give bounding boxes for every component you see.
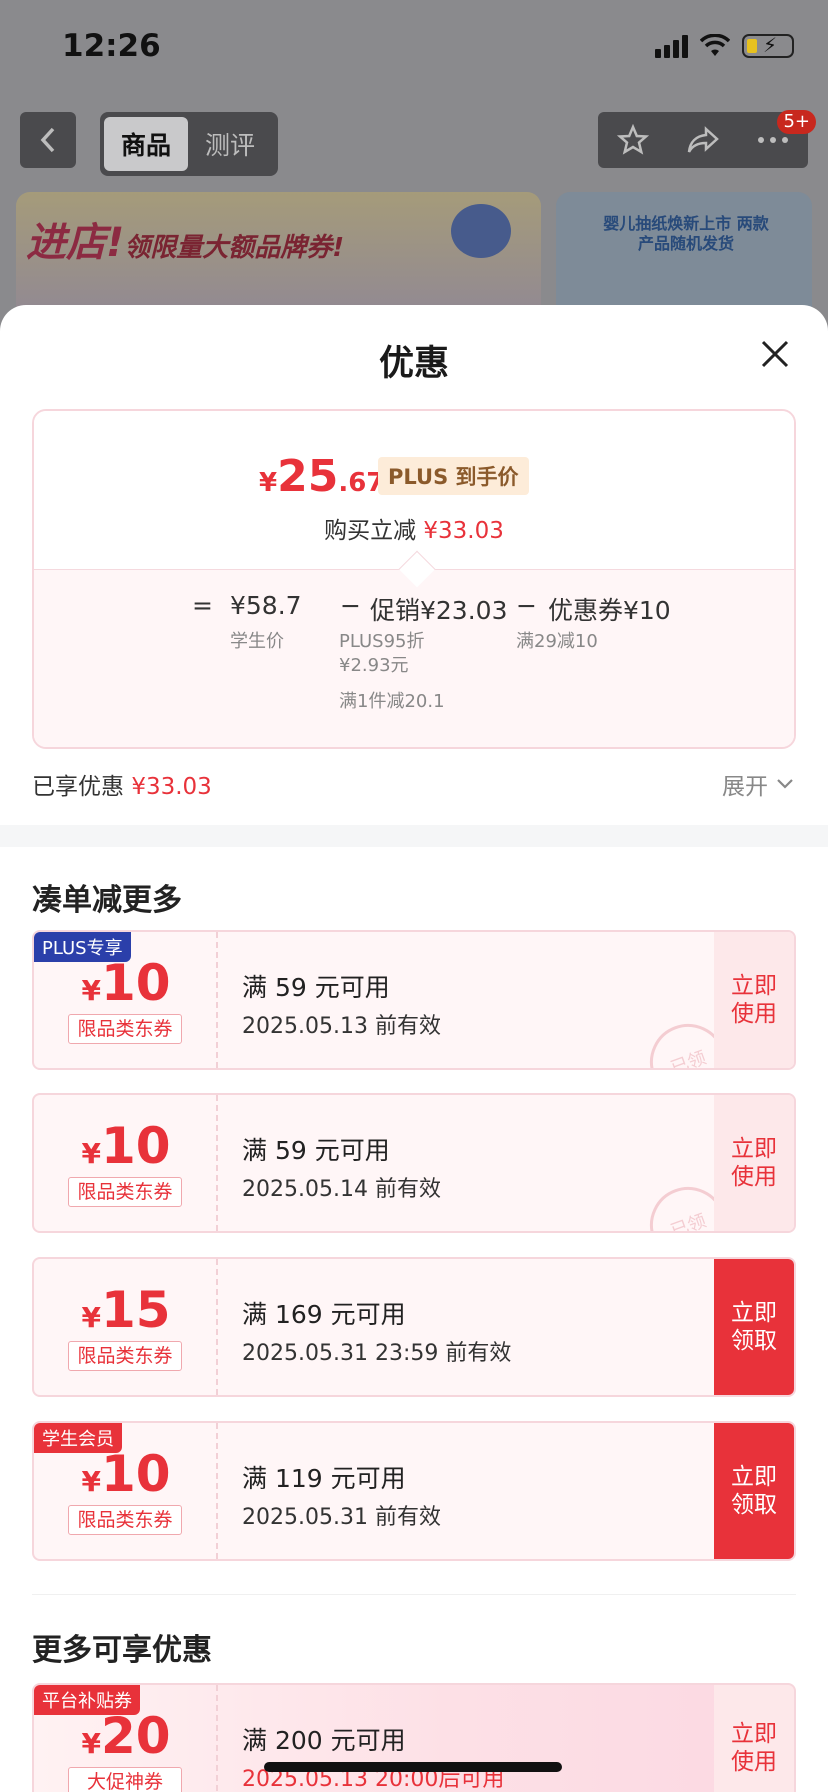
base-price: ¥58.7 (230, 591, 302, 620)
promo-detail-1: PLUS95折 (339, 631, 425, 652)
coupon-amount: ¥15 (81, 1281, 171, 1339)
section-title-more-savings: 凑单减更多 (32, 883, 182, 918)
coupon-amount: ¥20 (81, 1707, 171, 1765)
back-button[interactable] (20, 112, 76, 168)
product-banner-text: 婴儿抽纸焕新上市 两款产品随机发货 (603, 214, 769, 253)
coupon-condition: 满 200 元可用 (242, 1726, 406, 1755)
use-coupon-button[interactable]: 立即 使用 (714, 932, 794, 1068)
final-price: ¥ 25 .67 (259, 451, 385, 502)
banner-subtitle: 领限量大额品牌券! (124, 233, 345, 263)
coupon-detail: 满29减10 (516, 631, 598, 652)
section-divider (0, 825, 828, 847)
coupon-amount: ¥10 (81, 954, 171, 1012)
promo-detail-2: ¥2.93元 (339, 655, 409, 676)
coupon-amount: 优惠券¥10 (548, 596, 671, 625)
coupon-scope: 限品类东券 (68, 1341, 182, 1371)
coupon-condition: 满 59 元可用 (242, 973, 390, 1002)
chevron-down-icon (777, 779, 793, 789)
coupon-scope: 限品类东券 (68, 1014, 182, 1044)
wifi-icon (700, 34, 730, 56)
coupon-amount: ¥10 (81, 1117, 171, 1175)
enjoyed-discount: 已享优惠 ¥33.03 (32, 774, 212, 800)
coupon-condition: 满 119 元可用 (242, 1464, 406, 1493)
minus-sign: − (340, 591, 361, 620)
more-icon[interactable] (757, 135, 789, 145)
coupon-card: ¥10 限品类东券 满 59 元可用 2025.05.14 前有效 已领 立即使… (32, 1093, 796, 1233)
promo-detail-3: 满1件减20.1 (339, 691, 445, 712)
coupon-validity: 2025.05.31 23:59 前有效 (242, 1341, 512, 1366)
coupon-card: PLUS专享 ¥10 限品类东券 满 59 元可用 2025.05.13 前有效… (32, 930, 796, 1070)
star-icon[interactable] (616, 124, 649, 156)
close-icon[interactable] (760, 339, 790, 369)
tab-review[interactable]: 测评 (188, 117, 272, 171)
status-time: 12:26 (62, 28, 161, 64)
claim-coupon-button[interactable]: 立即 领取 (714, 1423, 794, 1559)
equals-sign: = (192, 591, 213, 620)
plus-price-tag: PLUS 到手价 (378, 457, 529, 495)
coupon-validity: 2025.05.13 前有效 (242, 1014, 441, 1039)
brand-logo (451, 204, 511, 258)
coupon-amount: ¥10 (81, 1445, 171, 1503)
coupon-scope: 大促神券 (68, 1767, 182, 1792)
share-icon[interactable] (686, 125, 720, 155)
status-bar: 12:26 ⚡ (0, 0, 828, 100)
coupon-card: 学生会员 ¥10 限品类东券 满 119 元可用 2025.05.31 前有效 … (32, 1421, 796, 1561)
use-coupon-button[interactable]: 立即 使用 (714, 1095, 794, 1231)
coupon-scope: 限品类东券 (68, 1177, 182, 1207)
coupon-condition: 满 169 元可用 (242, 1300, 406, 1329)
promo-amount: 促销¥23.03 (370, 596, 508, 625)
nav-tab-group: 商品 测评 (100, 112, 278, 176)
section-title-more-offers: 更多可享优惠 (32, 1633, 212, 1668)
notification-badge: 5+ (777, 110, 816, 134)
status-icons: ⚡ (655, 33, 794, 58)
claim-coupon-button[interactable]: 立即 领取 (714, 1259, 794, 1395)
banner-title-main: 进店! (26, 220, 125, 266)
enjoyed-amount: ¥33.03 (131, 774, 212, 800)
use-coupon-button[interactable]: 立即 使用 (714, 1685, 794, 1792)
battery-icon: ⚡ (742, 33, 794, 58)
coupon-card: 平台补贴券 ¥20 大促神券 满 200 元可用 2025.05.13 20:0… (32, 1683, 796, 1792)
chevron-left-icon (40, 127, 55, 153)
sheet-title: 优惠 (378, 344, 449, 384)
reduce-amount: ¥33.03 (423, 518, 504, 544)
price-breakdown-card: ¥ 25 .67 PLUS 到手价 购买立减 ¥33.03 = ¥58.7 − … (32, 409, 796, 749)
home-indicator (264, 1762, 562, 1772)
base-price-label: 学生价 (230, 631, 284, 652)
expand-button[interactable]: 展开 (722, 767, 794, 801)
coupon-card: ¥15 限品类东券 满 169 元可用 2025.05.31 23:59 前有效… (32, 1257, 796, 1397)
coupon-condition: 满 59 元可用 (242, 1136, 390, 1165)
coupon-validity: 2025.05.14 前有效 (242, 1177, 441, 1202)
banner-title: 进店!领限量大额品牌券! (26, 210, 344, 268)
coupon-scope: 限品类东券 (68, 1505, 182, 1535)
minus-sign: − (516, 591, 537, 620)
divider (32, 1594, 796, 1595)
reduce-line: 购买立减 ¥33.03 (324, 518, 504, 544)
tab-product[interactable]: 商品 (104, 117, 188, 171)
discount-sheet: 优惠 ¥ 25 .67 PLUS 到手价 购买立减 ¥33.03 = ¥58.7… (0, 305, 828, 1792)
coupon-validity: 2025.05.31 前有效 (242, 1505, 441, 1530)
cellular-signal-icon (655, 34, 688, 58)
